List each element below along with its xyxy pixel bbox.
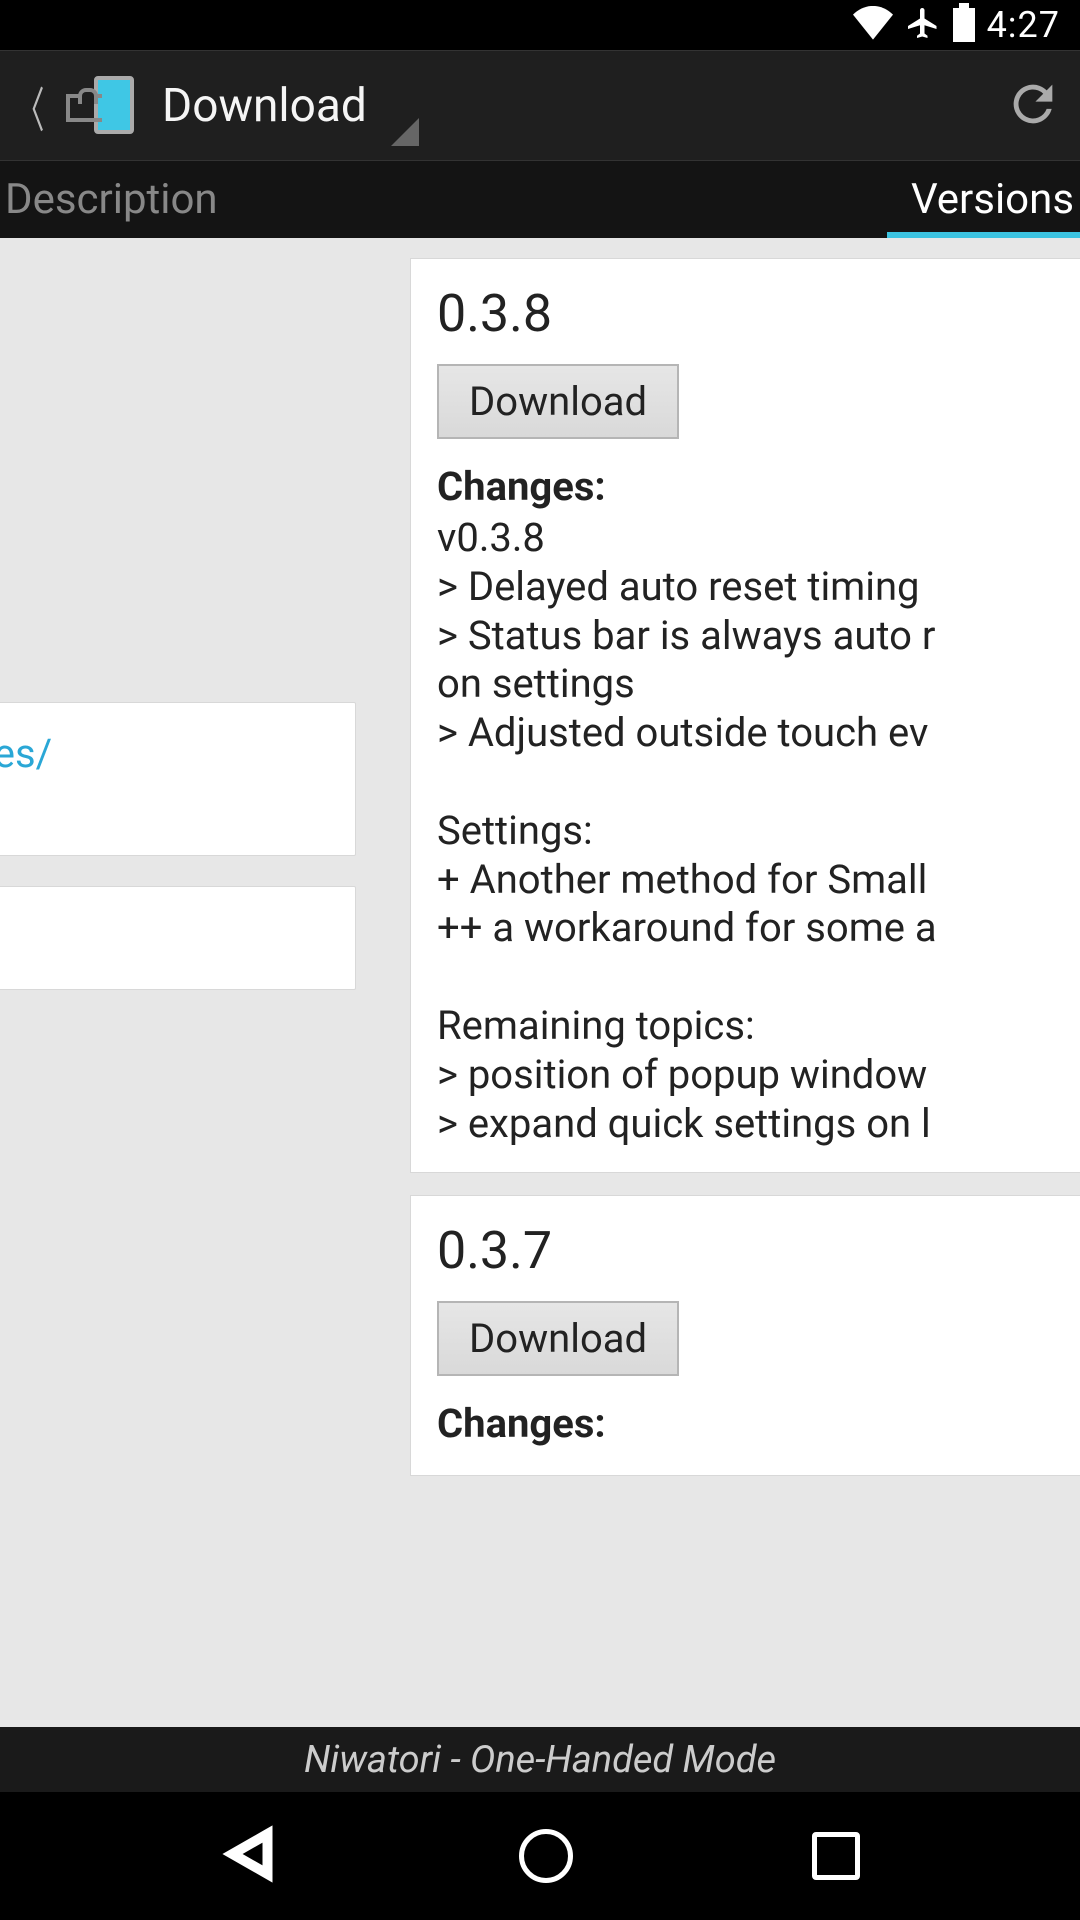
version-number: 0.3.8 — [437, 283, 1080, 344]
support-link-text: s.com/xposed/modules/ ow-t3031680 — [0, 730, 52, 827]
nav-back-icon — [220, 1824, 280, 1884]
xposed-icon — [62, 76, 134, 136]
tab-description[interactable]: Description — [5, 175, 218, 224]
description-text-1: ON — [0, 398, 356, 445]
module-title: nded Mode — [0, 262, 356, 328]
battery-icon — [953, 8, 975, 42]
status-clock: 4:27 — [987, 4, 1060, 46]
versions-pane: 0.3.8 Download Changes: v0.3.8 > Delayed… — [410, 238, 1080, 1727]
changes-header: Changes: — [437, 463, 1080, 510]
status-bar: 4:27 — [0, 0, 1080, 50]
download-button[interactable]: Download — [437, 1301, 679, 1376]
refresh-button[interactable] — [1004, 75, 1062, 137]
nav-home-button[interactable] — [519, 1829, 573, 1883]
version-card: 0.3.8 Download Changes: v0.3.8 > Delayed… — [410, 258, 1080, 1173]
navigation-bar — [0, 1792, 1080, 1920]
changes-body: v0.3.8 > Delayed auto reset timing > Sta… — [437, 514, 1080, 1148]
source-link-card[interactable]: dule/ — [0, 886, 356, 990]
content-viewport[interactable]: nded Mode ON ode by shortcut. s.com/xpos… — [0, 238, 1080, 1727]
download-button[interactable]: Download — [437, 364, 679, 439]
support-link-card[interactable]: s.com/xposed/modules/ ow-t3031680 — [0, 702, 356, 856]
version-card: 0.3.7 Download Changes: — [410, 1195, 1080, 1476]
description-pane: nded Mode ON ode by shortcut. s.com/xpos… — [0, 238, 380, 1727]
action-bar-title[interactable]: Download — [162, 79, 367, 133]
back-chevron-icon: 〈 — [16, 71, 45, 141]
footer-subtitle-text: Niwatori - One-Handed Mode — [304, 1738, 776, 1782]
footer-subtitle: Niwatori - One-Handed Mode — [0, 1727, 1080, 1792]
nav-back-button[interactable] — [220, 1824, 280, 1888]
airplane-icon — [905, 5, 941, 45]
action-bar: 〈 Download — [0, 50, 1080, 160]
nav-recent-button[interactable] — [812, 1832, 860, 1880]
changes-header: Changes: — [437, 1400, 1080, 1447]
wifi-icon — [853, 6, 893, 44]
tab-bar: Description Versions — [0, 160, 1080, 238]
back-button[interactable]: 〈 — [6, 71, 134, 141]
version-number: 0.3.7 — [437, 1220, 1080, 1281]
dropdown-indicator-icon[interactable] — [391, 118, 419, 146]
tab-versions[interactable]: Versions — [911, 175, 1074, 224]
refresh-icon — [1004, 75, 1062, 133]
description-text-2: ode by shortcut. — [0, 625, 356, 672]
